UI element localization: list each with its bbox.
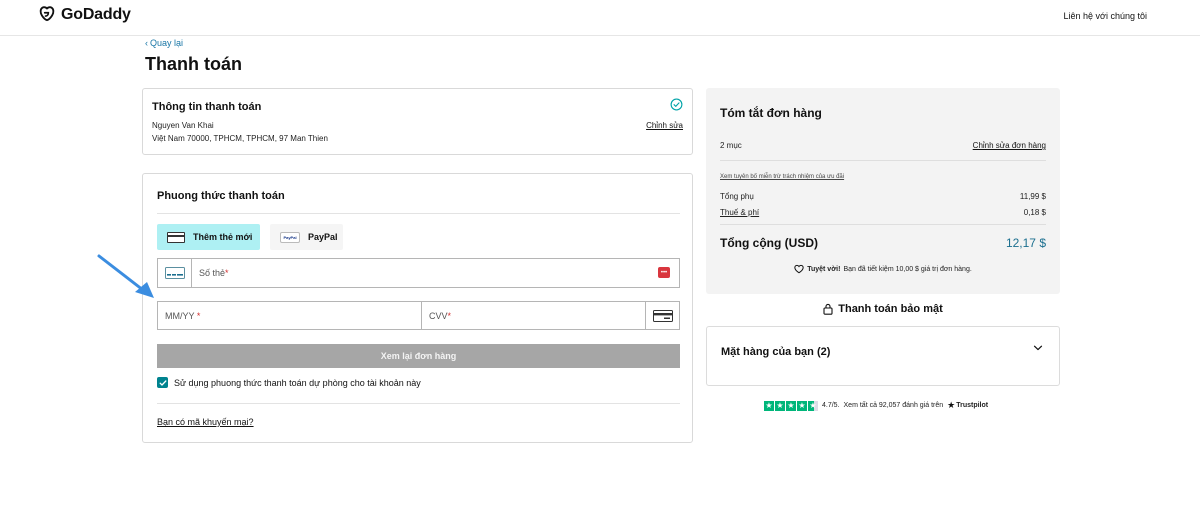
savings-message: Tuyệt vời! Bạn đã tiết kiệm 10,00 $ giá … (706, 264, 1060, 274)
divider (720, 160, 1046, 161)
tax-fees-link[interactable]: Thuế & phí (720, 208, 759, 217)
total-value: 12,17 $ (1005, 236, 1046, 250)
promo-code-link[interactable]: Bạn có mã khuyến mại? (157, 417, 254, 427)
godaddy-logo[interactable]: GoDaddy (37, 5, 131, 25)
payment-method-title: Phuong thức thanh toán (157, 190, 285, 202)
cvv-icon-cell (645, 302, 679, 329)
card-number-icon (164, 267, 185, 279)
heart-smile-icon (794, 264, 804, 274)
order-summary-title: Tóm tắt đơn hàng (720, 106, 822, 120)
billing-address: Việt Nam 70000, TPHCM, TPHCM, 97 Man Thi… (152, 134, 328, 143)
cvv-card-icon (652, 309, 673, 322)
card-number-field[interactable]: Số thẻ* ••• (157, 258, 680, 288)
savings-bold: Tuyệt vời! (807, 265, 841, 273)
tax-row: Thuế & phí 0,18 $ (720, 208, 1046, 217)
subtotal-row: Tổng phụ 11,99 $ (720, 192, 1046, 201)
subtotal-value: 11,99 $ (1019, 192, 1046, 201)
your-items-title: Mặt hàng của bạn (2) (721, 346, 831, 358)
backup-label: Sử dụng phuong thức thanh toán dự phòng … (174, 377, 421, 388)
tax-value: 0,18 $ (1023, 208, 1046, 217)
secure-checkout-label: Thanh toán bảo mật (838, 303, 943, 315)
expiry-label: MM/YY * (165, 311, 201, 321)
arrow-annotation-icon (97, 254, 154, 298)
edit-order-link[interactable]: Chỉnh sửa đơn hàng (973, 141, 1046, 150)
offer-disclaimer-link[interactable]: Xem tuyên bố miễn trừ trách nhiệm của ưu… (720, 174, 844, 180)
rating-text: Xem tất cả 92,057 đánh giá trên (843, 402, 944, 409)
credit-card-icon (167, 231, 185, 243)
cvv-field[interactable]: CVV* (421, 301, 680, 330)
add-new-card-tab[interactable]: Thêm thẻ mới (157, 224, 260, 250)
review-order-button[interactable]: Xem lại đơn hàng (157, 344, 680, 368)
divider (157, 403, 680, 404)
page-title: Thanh toán (145, 54, 242, 74)
savings-text: Bạn đã tiết kiệm 10,00 $ giá trị đơn hàn… (843, 265, 972, 273)
back-link-label: Quay lại (150, 38, 184, 48)
billing-edit-link[interactable]: Chỉnh sửa (646, 121, 683, 130)
star-icon: ★ (775, 400, 785, 411)
chevron-down-icon (1033, 345, 1043, 351)
billing-info-title: Thông tin thanh toán (152, 101, 262, 113)
checkmark-icon (159, 379, 166, 386)
trustpilot-logo: ★ Trustpilot (947, 400, 989, 410)
divider (720, 224, 1046, 225)
star-half-icon: ★ (808, 400, 818, 411)
paypal-icon: PayPal (280, 231, 300, 243)
lock-icon (823, 303, 833, 315)
star-icon: ★ (797, 400, 807, 411)
star-icon: ★ (764, 400, 774, 411)
card-number-label: Số thẻ* (199, 268, 229, 278)
billing-name: Nguyen Van Khai (152, 121, 214, 130)
divider (157, 213, 680, 214)
backup-payment-option[interactable]: Sử dụng phuong thức thanh toán dự phòng … (157, 377, 421, 388)
star-icon: ★ (786, 400, 796, 411)
back-link[interactable]: ‹ Quay lại (145, 38, 183, 48)
godaddy-logo-icon (39, 6, 55, 22)
your-items-accordion[interactable]: Mặt hàng của bạn (2) (706, 326, 1060, 386)
top-bar: GoDaddy Liên hệ với chúng tôi (0, 0, 1200, 36)
item-count: 2 mục (720, 141, 742, 150)
rating-score: 4.7/5. (822, 402, 840, 409)
add-new-card-label: Thêm thẻ mới (193, 232, 253, 242)
contact-us-link[interactable]: Liên hệ với chúng tôi (1064, 11, 1147, 21)
rating-stars: ★ ★ ★ ★ ★ (764, 400, 818, 411)
check-circle-icon (670, 98, 683, 111)
secure-checkout: Thanh toán bảo mật (706, 303, 1060, 315)
billing-info-card: Thông tin thanh toán Nguyen Van Khai Việ… (142, 88, 693, 155)
paypal-tab[interactable]: PayPal PayPal (270, 224, 343, 250)
trustpilot-rating[interactable]: ★ ★ ★ ★ ★ 4.7/5. Xem tất cả 92,057 đánh … (764, 400, 988, 411)
card-autofill-icon[interactable]: ••• (658, 267, 670, 278)
payment-method-card: Phuong thức thanh toán Thêm thẻ mới PayP… (142, 173, 693, 443)
logo-text: GoDaddy (61, 6, 131, 23)
trustpilot-star-icon: ★ (947, 400, 956, 410)
expiry-field[interactable]: MM/YY * (157, 301, 422, 330)
total-label: Tổng cộng (USD) (720, 236, 818, 250)
backup-checkbox[interactable] (157, 377, 168, 388)
paypal-label: PayPal (308, 232, 338, 242)
subtotal-label: Tổng phụ (720, 192, 754, 201)
chevron-left-icon: ‹ (145, 38, 148, 48)
order-summary-panel: Tóm tắt đơn hàng 2 mục Chỉnh sửa đơn hàn… (706, 88, 1060, 294)
card-icon-cell (158, 259, 192, 287)
cvv-label: CVV* (429, 311, 452, 321)
